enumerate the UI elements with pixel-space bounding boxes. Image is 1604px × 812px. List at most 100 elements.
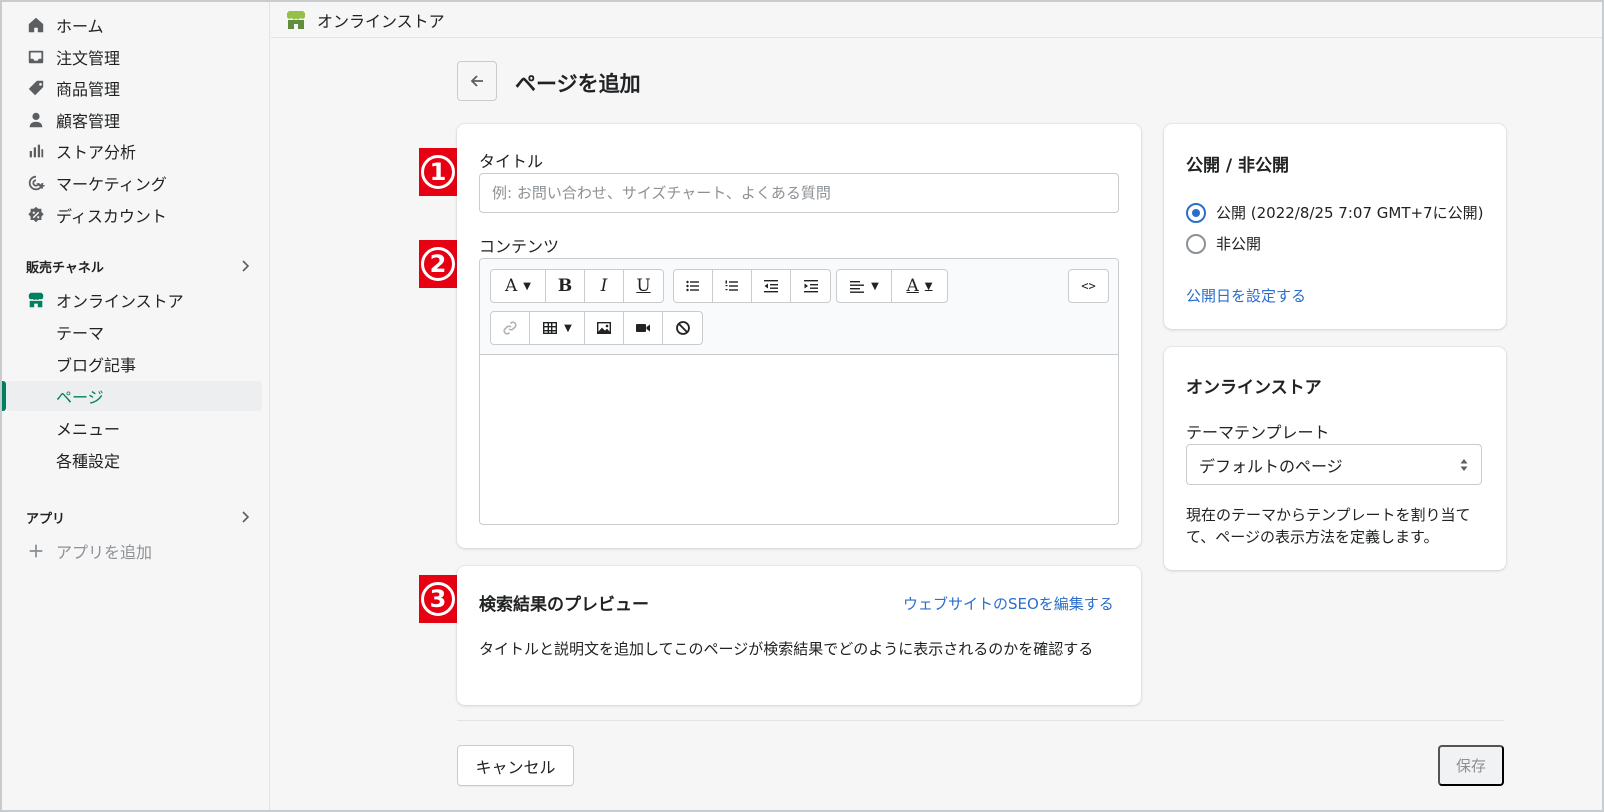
sidebar-sub-item-menus[interactable]: メニュー bbox=[6, 413, 262, 443]
chevron-right-icon bbox=[242, 260, 250, 272]
indent-button[interactable] bbox=[791, 270, 830, 302]
insert-video-button[interactable] bbox=[624, 312, 663, 344]
clear-format-icon bbox=[675, 321, 690, 335]
editor-toolbar: A ▼ B I U ▼ A ▼ <> ▼ bbox=[480, 259, 1118, 355]
home-icon bbox=[26, 15, 46, 35]
sidebar-item-label: マーケティング bbox=[56, 175, 167, 194]
sidebar-item-orders[interactable]: 注文管理 bbox=[2, 42, 262, 72]
person-icon bbox=[26, 110, 46, 130]
insert-group: ▼ bbox=[490, 311, 703, 345]
radio-button-checked[interactable] bbox=[1186, 202, 1206, 223]
radio-hidden[interactable]: 非公開 bbox=[1186, 233, 1261, 254]
radio-visible[interactable]: 公開 (2022/8/25 7:07 GMT+7に公開) bbox=[1186, 202, 1483, 223]
caret-down-icon: ▼ bbox=[924, 280, 933, 292]
font-style-button[interactable]: A ▼ bbox=[491, 270, 546, 302]
title-input[interactable] bbox=[479, 173, 1119, 213]
sidebar-sub-item-blog[interactable]: ブログ記事 bbox=[6, 349, 262, 379]
sidebar-sub-item-pages[interactable]: ページ bbox=[6, 381, 262, 411]
topbar-title: オンラインストア bbox=[317, 11, 445, 31]
arrow-left-icon bbox=[470, 75, 483, 87]
editor-content-area[interactable] bbox=[480, 356, 1118, 524]
cancel-button[interactable]: キャンセル bbox=[457, 745, 574, 786]
online-store-card-title: オンラインストア bbox=[1186, 378, 1322, 398]
clear-formatting-button[interactable] bbox=[663, 312, 702, 344]
select-arrows-icon bbox=[1460, 458, 1468, 471]
edit-seo-link[interactable]: ウェブサイトのSEOを編集する bbox=[903, 593, 1114, 614]
seo-preview-card bbox=[457, 566, 1141, 705]
store-icon bbox=[287, 10, 305, 29]
sidebar-item-label: ディスカウント bbox=[56, 207, 167, 226]
add-app-button[interactable]: アプリを追加 bbox=[2, 536, 262, 566]
tag-icon bbox=[26, 78, 46, 98]
list-group bbox=[673, 269, 831, 303]
topbar: オンラインストア bbox=[271, 2, 1602, 38]
outdent-button[interactable] bbox=[752, 270, 791, 302]
bullet-list-icon bbox=[686, 280, 699, 292]
plus-icon bbox=[26, 541, 46, 561]
sidebar-sub-item-preferences[interactable]: 各種設定 bbox=[6, 445, 262, 475]
sidebar-item-label: 顧客管理 bbox=[56, 112, 121, 131]
sidebar-sub-item-themes[interactable]: テーマ bbox=[6, 317, 262, 347]
sidebar-item-label: 注文管理 bbox=[56, 49, 121, 68]
set-publish-date-link[interactable]: 公開日を設定する bbox=[1186, 285, 1306, 306]
table-button[interactable]: ▼ bbox=[530, 312, 585, 344]
sidebar-item-products[interactable]: 商品管理 bbox=[2, 73, 262, 103]
table-icon bbox=[543, 322, 558, 334]
numbered-list-button[interactable] bbox=[713, 270, 752, 302]
annotation-marker-3: 3 bbox=[419, 575, 457, 623]
insert-image-button[interactable] bbox=[585, 312, 624, 344]
caret-down-icon: ▼ bbox=[871, 280, 879, 292]
sidebar-item-analytics[interactable]: ストア分析 bbox=[2, 136, 262, 166]
align-color-group: ▼ A ▼ bbox=[836, 269, 948, 303]
annotation-marker-2: 2 bbox=[419, 240, 457, 288]
indent-icon bbox=[803, 280, 818, 293]
align-button[interactable]: ▼ bbox=[837, 270, 892, 302]
bullet-list-button[interactable] bbox=[674, 270, 713, 302]
sales-channel-heading[interactable]: 販売チャネル bbox=[26, 254, 252, 278]
chevron-right-icon bbox=[242, 511, 250, 523]
sidebar-item-label: オンラインストア bbox=[56, 292, 184, 311]
link-button[interactable] bbox=[491, 312, 530, 344]
numbered-list-icon bbox=[725, 280, 738, 291]
apps-heading[interactable]: アプリ bbox=[26, 505, 252, 529]
target-icon bbox=[26, 173, 46, 193]
underline-button[interactable]: U bbox=[624, 270, 663, 302]
template-help-text: 現在のテーマからテンプレートを割り当てて、ページの表示方法を定義します。 bbox=[1186, 506, 1471, 546]
seo-description: タイトルと説明文を追加してこのページが検索結果でどのように表示されるのかを確認す… bbox=[479, 640, 1094, 658]
back-button[interactable] bbox=[457, 61, 497, 101]
bold-button[interactable]: B bbox=[546, 270, 585, 302]
bar-chart-icon bbox=[26, 141, 46, 161]
template-label: テーマテンプレート bbox=[1186, 423, 1330, 442]
sidebar-item-marketing[interactable]: マーケティング bbox=[2, 168, 262, 198]
sidebar-item-label: 商品管理 bbox=[56, 80, 121, 99]
footer-divider bbox=[457, 720, 1504, 721]
sidebar-item-discounts[interactable]: ディスカウント bbox=[2, 200, 262, 230]
format-group: A ▼ B I U bbox=[490, 269, 664, 303]
show-html-button[interactable]: <> bbox=[1069, 270, 1108, 302]
annotation-marker-1: 1 bbox=[419, 148, 457, 196]
content-label: コンテンツ bbox=[479, 237, 560, 256]
align-left-icon bbox=[850, 281, 865, 293]
caret-down-icon: ▼ bbox=[523, 280, 531, 292]
text-color-button[interactable]: A ▼ bbox=[892, 270, 947, 302]
template-select[interactable]: デフォルトのページ bbox=[1186, 444, 1482, 485]
sidebar-item-label: ストア分析 bbox=[56, 143, 137, 162]
sidebar-item-label: アプリを追加 bbox=[56, 543, 153, 562]
sidebar: ホーム 注文管理 商品管理 顧客管理 ストア分析 マーケティング ディスカウント… bbox=[2, 2, 270, 810]
radio-button[interactable] bbox=[1186, 233, 1206, 254]
sidebar-item-customers[interactable]: 顧客管理 bbox=[2, 105, 262, 135]
store-icon bbox=[26, 290, 46, 310]
inbox-icon bbox=[26, 47, 46, 67]
code-group: <> bbox=[1068, 269, 1109, 303]
sidebar-item-home[interactable]: ホーム bbox=[2, 10, 262, 40]
discount-icon bbox=[26, 205, 46, 225]
sidebar-item-online-store[interactable]: オンラインストア bbox=[2, 285, 262, 315]
image-icon bbox=[597, 322, 611, 334]
title-label: タイトル bbox=[479, 152, 544, 171]
page-title: ページを追加 bbox=[515, 72, 641, 96]
italic-button[interactable]: I bbox=[585, 270, 624, 302]
outdent-icon bbox=[764, 280, 778, 293]
sidebar-item-label: ホーム bbox=[56, 17, 104, 36]
link-icon bbox=[503, 321, 517, 335]
save-button[interactable]: 保存 bbox=[1438, 745, 1504, 786]
